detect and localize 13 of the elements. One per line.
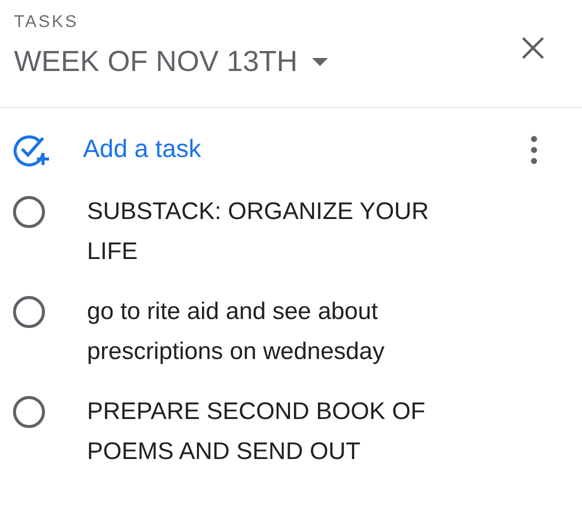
panel-label: TASKS [14, 11, 80, 33]
task-checkbox[interactable] [13, 196, 45, 228]
task-title[interactable]: go to rite aid and see about prescriptions on wednesday [87, 292, 437, 372]
task-title[interactable]: PREPARE SECOND BOOK OF POEMS AND SEND OUT [87, 392, 437, 472]
task-title[interactable]: SUBSTACK: ORGANIZE YOUR LIFE [87, 192, 437, 272]
task-checkbox[interactable] [13, 396, 45, 428]
list-selector[interactable]: WEEK OF NOV 13TH [14, 40, 328, 84]
more-options-icon[interactable] [530, 136, 538, 164]
caret-icon [312, 58, 328, 66]
add-task-button[interactable]: Add a task [13, 131, 202, 169]
close-button[interactable] [520, 35, 546, 61]
task-checkbox[interactable] [13, 296, 45, 328]
add-task-icon [13, 133, 51, 167]
